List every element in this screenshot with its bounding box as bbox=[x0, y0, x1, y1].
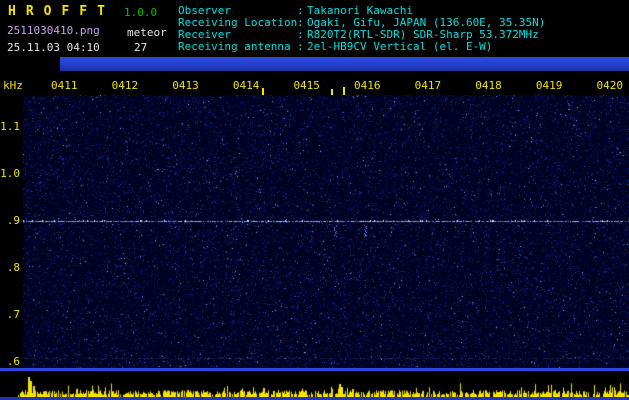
header-divider-bar bbox=[60, 57, 629, 71]
time-axis: 0411 0412 0413 0414 0415 0416 0417 0418 … bbox=[51, 80, 623, 92]
event-tick bbox=[343, 87, 345, 95]
info-row-antenna: Receiving antenna:2el-HB9CV Vertical (el… bbox=[178, 41, 545, 53]
app-version-label: 1.0.0 bbox=[124, 6, 158, 19]
info-label: Receiving antenna bbox=[178, 40, 291, 53]
time-axis-label: 0414 bbox=[232, 79, 260, 92]
time-axis-label: 0416 bbox=[354, 79, 381, 92]
hrofft-window: HROFFT 1.0.0 2511030410.png meteor 25.11… bbox=[0, 0, 629, 400]
info-value: 2el-HB9CV Vertical (el. E-W) bbox=[307, 40, 493, 53]
time-axis-label: 0413 bbox=[172, 79, 199, 92]
freq-axis-label: .6 bbox=[6, 355, 20, 368]
time-axis-label: 0417 bbox=[414, 79, 442, 92]
datetime-label: 25.11.03 04:10 bbox=[7, 41, 100, 54]
station-info-block: Observer: Takanori Kawachi Receiving Loca… bbox=[178, 5, 545, 53]
spectrogram-canvas bbox=[23, 95, 629, 368]
time-axis-label: 0419 bbox=[535, 79, 563, 92]
app-title: HROFFT bbox=[8, 4, 115, 19]
time-axis-label: 0412 bbox=[111, 79, 139, 92]
mode-label: meteor bbox=[127, 26, 167, 39]
freq-axis-label: .8 bbox=[6, 261, 20, 274]
separator-line bbox=[0, 368, 629, 371]
freq-unit-label: kHz bbox=[3, 79, 23, 92]
freq-axis-label: .7 bbox=[6, 308, 20, 321]
info-colon: : bbox=[297, 40, 304, 53]
sample-count-label: 27 bbox=[134, 41, 148, 54]
time-axis-label: 0411 bbox=[51, 79, 78, 92]
time-axis-label: 0415 bbox=[293, 79, 320, 92]
level-plot-canvas bbox=[0, 372, 629, 397]
time-axis-label: 0418 bbox=[475, 79, 502, 92]
freq-axis-label: 1.0 bbox=[0, 167, 20, 180]
time-axis-label: 0420 bbox=[596, 79, 623, 92]
event-tick bbox=[262, 88, 264, 95]
freq-axis-label: .9 bbox=[6, 214, 20, 227]
filename-label: 2511030410.png bbox=[7, 24, 100, 37]
freq-axis-label: 1.1 bbox=[0, 120, 20, 133]
